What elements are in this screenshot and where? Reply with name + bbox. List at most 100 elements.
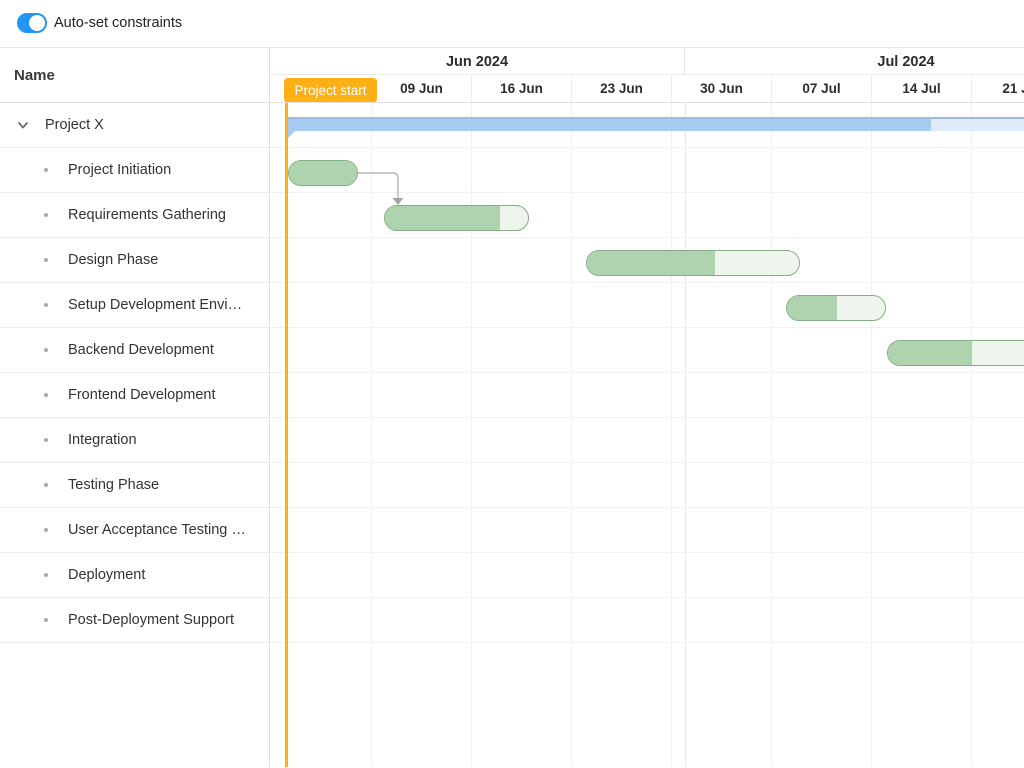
- auto-set-constraints-label: Auto-set constraints: [54, 15, 182, 31]
- row-gridline: [271, 237, 1024, 238]
- task-row[interactable]: Project Initiation: [0, 148, 269, 193]
- task-name-label: Project X: [45, 117, 104, 133]
- week-header-cell: 14 Jul: [871, 75, 971, 102]
- week-gridline: [471, 103, 472, 767]
- week-header-label: 21 Jul: [1002, 81, 1024, 96]
- task-bullet-icon: [44, 393, 48, 397]
- task-bullet-icon: [44, 618, 48, 622]
- week-header-cell: 09 Jun: [371, 75, 471, 102]
- gantt-chart-panel: [271, 103, 1024, 767]
- dependency-arrow: [271, 103, 1024, 767]
- week-gridline: [671, 103, 672, 767]
- week-gridline: [971, 103, 972, 767]
- task-row[interactable]: Post-Deployment Support: [0, 598, 269, 643]
- task-row[interactable]: Integration: [0, 418, 269, 463]
- task-bar-progress: [289, 161, 358, 185]
- task-bullet-icon: [44, 258, 48, 262]
- row-gridline: [271, 417, 1024, 418]
- row-gridline: [271, 462, 1024, 463]
- week-header-cell: 30 Jun: [671, 75, 771, 102]
- task-name-label: Setup Development Envi…: [68, 297, 242, 313]
- row-gridline: [271, 372, 1024, 373]
- task-row[interactable]: Requirements Gathering: [0, 193, 269, 238]
- week-header-row: 09 Jun 16 Jun 23 Jun 30 Jun 07 Jul 14 Ju…: [271, 75, 1024, 102]
- week-header-cell: 23 Jun: [571, 75, 671, 102]
- task-row[interactable]: Testing Phase: [0, 463, 269, 508]
- week-header-label: 16 Jun: [500, 81, 543, 96]
- project-start-line: [285, 103, 288, 767]
- task-name-label: Requirements Gathering: [68, 207, 226, 223]
- task-name-label: Frontend Development: [68, 387, 216, 403]
- task-bullet-icon: [44, 303, 48, 307]
- parent-bar-start-cap: [288, 131, 295, 138]
- task-bullet-icon: [44, 483, 48, 487]
- name-column-header[interactable]: Name: [0, 48, 270, 102]
- toggle-knob: [29, 15, 45, 31]
- task-bar-progress: [787, 296, 837, 320]
- body-area: Project X Project Initiation Requirement…: [0, 103, 1024, 767]
- parent-task-progress: [288, 119, 931, 131]
- week-gridline: [571, 103, 572, 767]
- week-header-label: 09 Jun: [400, 81, 443, 96]
- project-start-badge: Project start: [284, 78, 377, 102]
- timeline-header: Jun 2024 Jul 2024 09 Jun 16 Jun 23 Jun 3…: [271, 48, 1024, 102]
- row-gridline: [271, 507, 1024, 508]
- task-bullet-icon: [44, 213, 48, 217]
- task-bar[interactable]: [786, 295, 886, 321]
- task-row[interactable]: Frontend Development: [0, 373, 269, 418]
- chevron-down-icon[interactable]: [14, 116, 32, 134]
- task-bullet-icon: [44, 168, 48, 172]
- task-bar[interactable]: [887, 340, 1024, 366]
- task-bar-progress: [385, 206, 500, 230]
- task-name-label: Integration: [68, 432, 137, 448]
- task-name-label: Project Initiation: [68, 162, 171, 178]
- week-header-cell: 07 Jul: [771, 75, 871, 102]
- task-bullet-icon: [44, 573, 48, 577]
- task-row[interactable]: Backend Development: [0, 328, 269, 373]
- name-column-label: Name: [14, 67, 55, 84]
- task-name-label: Deployment: [68, 567, 145, 583]
- parent-task-bar[interactable]: [288, 117, 1024, 131]
- month-header-jun: Jun 2024: [271, 48, 684, 75]
- week-header-label: 23 Jun: [600, 81, 643, 96]
- toolbar: Auto-set constraints: [0, 0, 1024, 48]
- month-gridline: [685, 103, 686, 767]
- task-row[interactable]: User Acceptance Testing …: [0, 508, 269, 553]
- week-header-cell: 16 Jun: [471, 75, 571, 102]
- row-gridline: [271, 552, 1024, 553]
- task-bar[interactable]: [384, 205, 529, 231]
- gantt-app: Auto-set constraints Name Jun 2024 Jul 2…: [0, 0, 1024, 768]
- task-row[interactable]: Project X: [0, 103, 269, 148]
- row-gridline: [271, 147, 1024, 148]
- task-bar[interactable]: [288, 160, 358, 186]
- week-gridline: [771, 103, 772, 767]
- task-bar-progress: [888, 341, 972, 365]
- task-bar-progress: [587, 251, 715, 275]
- task-bullet-icon: [44, 348, 48, 352]
- task-bullet-icon: [44, 438, 48, 442]
- week-header-label: 14 Jul: [902, 81, 940, 96]
- task-bullet-icon: [44, 528, 48, 532]
- row-gridline: [271, 327, 1024, 328]
- row-gridline: [271, 192, 1024, 193]
- task-row[interactable]: Deployment: [0, 553, 269, 598]
- week-header-label: 30 Jun: [700, 81, 743, 96]
- week-gridline: [871, 103, 872, 767]
- row-gridline: [271, 597, 1024, 598]
- auto-set-constraints-toggle[interactable]: [17, 13, 47, 33]
- week-header-cell: 21 Jul: [971, 75, 1024, 102]
- week-gridline: [371, 103, 372, 767]
- task-name-label: Backend Development: [68, 342, 214, 358]
- month-header-row: Jun 2024 Jul 2024: [271, 48, 1024, 75]
- task-name-label: User Acceptance Testing …: [68, 522, 246, 538]
- task-name-label: Post-Deployment Support: [68, 612, 234, 628]
- row-gridline: [271, 642, 1024, 643]
- month-header-jul: Jul 2024: [684, 48, 1024, 75]
- task-row[interactable]: Setup Development Envi…: [0, 283, 269, 328]
- week-header-label: 07 Jul: [802, 81, 840, 96]
- task-name-label: Design Phase: [68, 252, 158, 268]
- task-list-panel: Project X Project Initiation Requirement…: [0, 103, 270, 767]
- task-bar[interactable]: [586, 250, 800, 276]
- row-gridline: [271, 282, 1024, 283]
- task-row[interactable]: Design Phase: [0, 238, 269, 283]
